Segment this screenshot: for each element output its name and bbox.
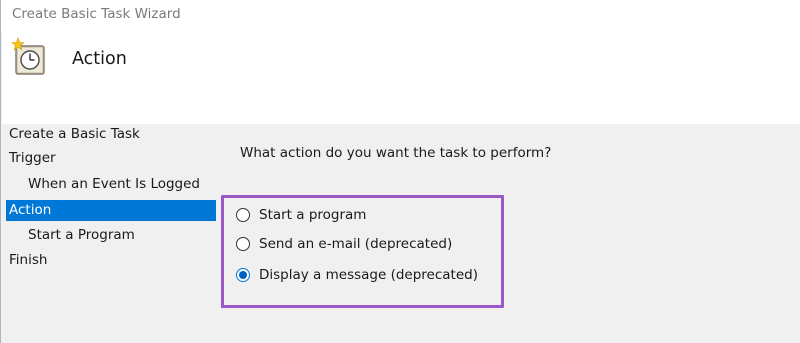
action-panel: What action do you want the task to perf… [220, 124, 800, 343]
title-bar[interactable]: Create Basic Task Wizard [1, 0, 800, 32]
window-title: Create Basic Task Wizard [12, 6, 181, 22]
nav-item-trigger[interactable]: Trigger [6, 148, 216, 169]
radio-label: Start a program [259, 207, 367, 223]
radio-start-program[interactable]: Start a program [236, 205, 366, 225]
wizard-window: Create Basic Task Wizard Action Create a… [0, 0, 800, 343]
page-title: Action [72, 49, 127, 69]
nav-item-create-basic-task[interactable]: Create a Basic Task [6, 124, 216, 145]
radio-button[interactable] [236, 237, 250, 251]
radio-button[interactable] [236, 208, 250, 222]
wizard-header: Action [2, 32, 800, 124]
clock-icon [11, 37, 45, 75]
nav-item-start-program[interactable]: Start a Program [6, 225, 216, 246]
radio-label: Send an e-mail (deprecated) [259, 236, 453, 252]
radio-send-email[interactable]: Send an e-mail (deprecated) [236, 234, 452, 254]
wizard-steps-nav: Create a Basic Task Trigger When an Even… [2, 124, 220, 343]
nav-item-action[interactable]: Action [6, 200, 216, 221]
action-prompt: What action do you want the task to perf… [240, 145, 552, 161]
radio-label: Display a message (deprecated) [259, 267, 478, 283]
radio-display-message[interactable]: Display a message (deprecated) [236, 265, 478, 285]
nav-item-finish[interactable]: Finish [6, 250, 216, 271]
radio-button-selected[interactable] [236, 268, 250, 282]
nav-item-when-event-logged[interactable]: When an Event Is Logged [6, 174, 216, 195]
